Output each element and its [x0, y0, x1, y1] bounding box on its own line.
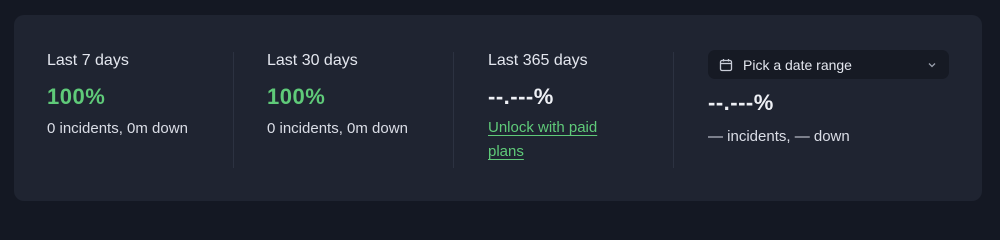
uptime-percentage: --.---% [708, 90, 774, 115]
date-range-picker-label: Pick a date range [743, 56, 852, 73]
uptime-percentage: 100% [47, 84, 106, 109]
divider [453, 52, 454, 168]
incident-summary: — incidents, — down [708, 128, 850, 145]
uptime-percentage: 100% [267, 84, 326, 109]
uptime-percentage: --.---% [488, 84, 554, 109]
stat-last-30-days: Last 30 days 100% 0 incidents, 0m down [267, 51, 454, 139]
availability-card: Last 7 days 100% 0 incidents, 0m down La… [14, 15, 982, 201]
stat-last-365-days: Last 365 days --.---% Unlock with paid p… [488, 51, 675, 164]
stat-last-7-days: Last 7 days 100% 0 incidents, 0m down [47, 51, 234, 139]
chevron-down-icon [927, 60, 937, 70]
divider [673, 52, 674, 168]
stat-period-label: Last 30 days [267, 52, 358, 69]
date-range-picker[interactable]: Pick a date range [708, 50, 949, 79]
stat-period-label: Last 365 days [488, 52, 588, 69]
incident-summary: 0 incidents, 0m down [267, 120, 408, 137]
stat-period-label: Last 7 days [47, 52, 129, 69]
unlock-paid-plans-link[interactable]: Unlock with paid plans [488, 116, 628, 164]
stat-custom-range: Pick a date range --.---% — incidents, —… [708, 50, 953, 147]
incident-summary: 0 incidents, 0m down [47, 120, 188, 137]
calendar-icon [719, 58, 733, 72]
divider [233, 52, 234, 168]
